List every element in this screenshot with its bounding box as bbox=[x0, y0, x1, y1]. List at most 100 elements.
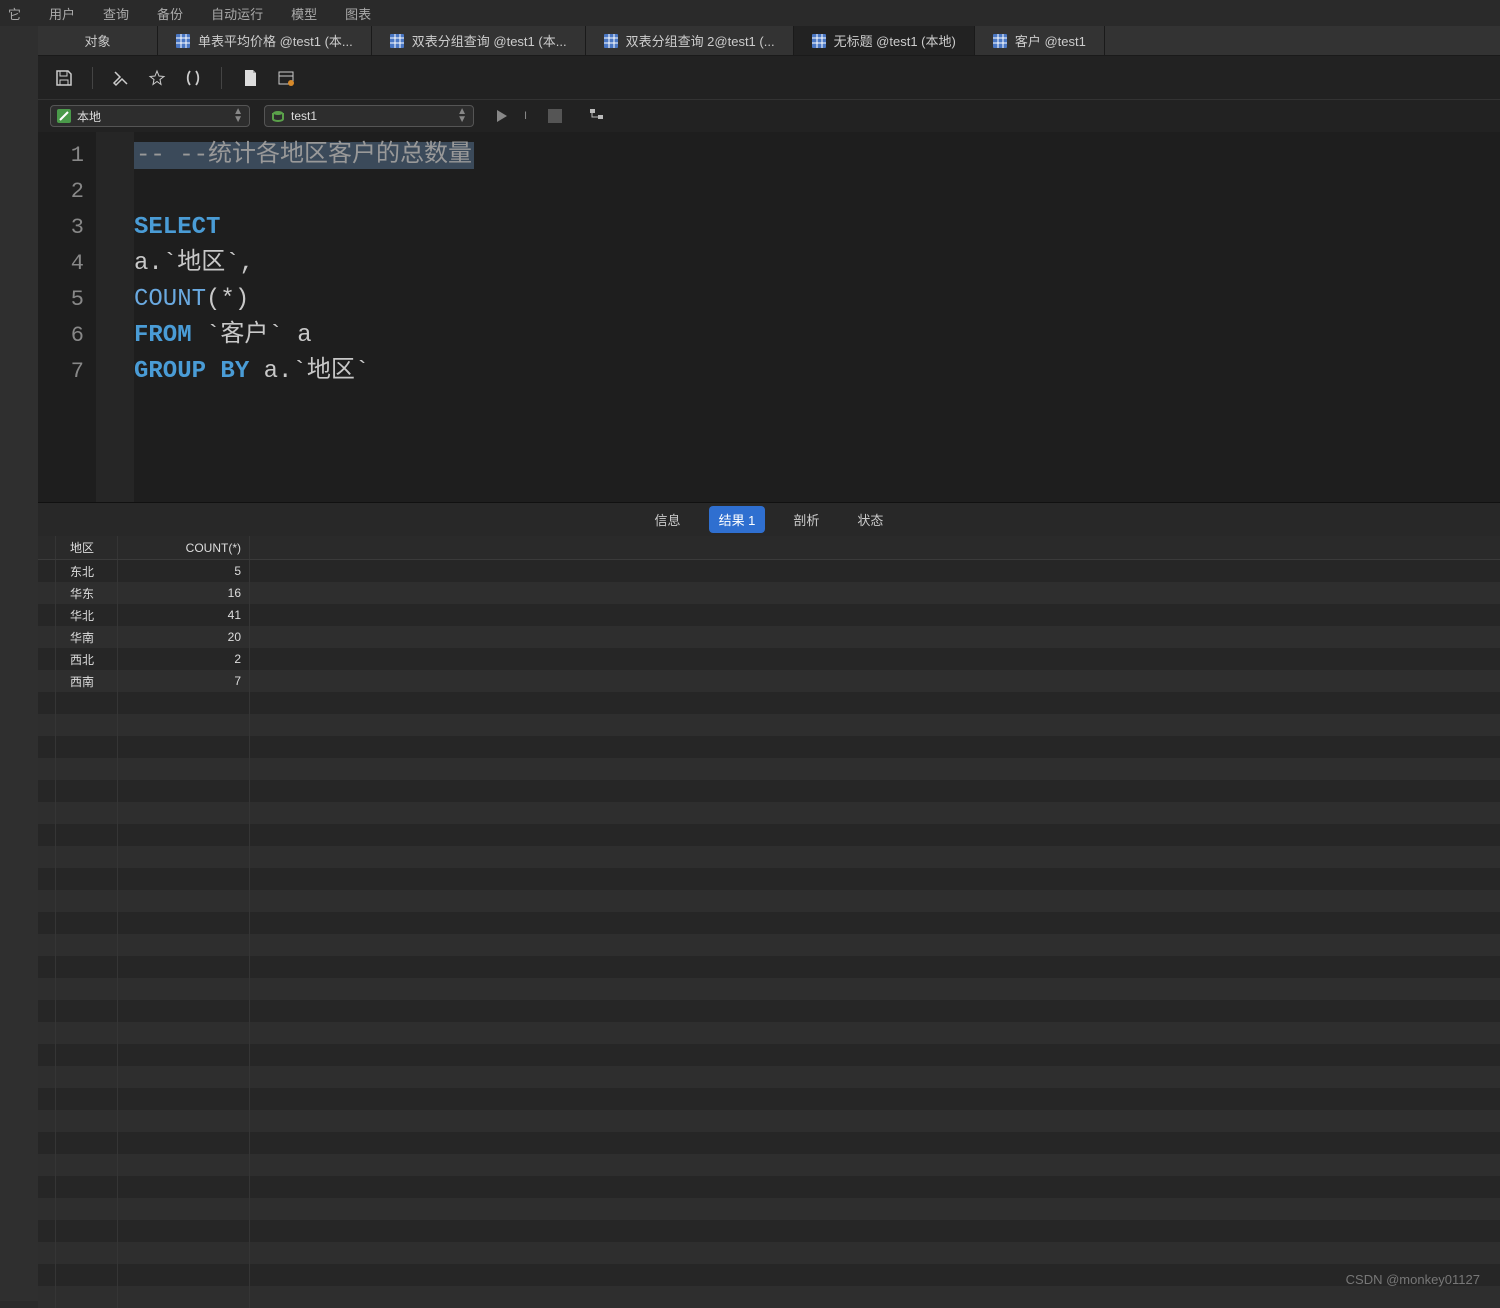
col-header-region[interactable]: 地区 bbox=[56, 536, 118, 559]
tab-label: 单表平均价格 @test1 (本... bbox=[198, 31, 353, 50]
table-icon bbox=[993, 34, 1007, 48]
table-icon bbox=[812, 34, 826, 48]
db-label: test1 bbox=[291, 109, 317, 123]
menu-item[interactable]: 自动运行 bbox=[211, 4, 263, 23]
cell-region: 西北 bbox=[56, 648, 118, 670]
table-row-empty: .. bbox=[38, 736, 1500, 758]
col-header-count[interactable]: COUNT(*) bbox=[118, 536, 250, 559]
tab[interactable]: 双表分组查询 2@test1 (... bbox=[586, 26, 794, 55]
new-doc-icon[interactable] bbox=[236, 64, 264, 92]
table-row-empty: .. bbox=[38, 956, 1500, 978]
explain-icon[interactable] bbox=[583, 102, 611, 130]
table-row-empty: .. bbox=[38, 1286, 1500, 1308]
result-tab[interactable]: 结果 1 bbox=[709, 506, 766, 533]
tab-label: 对象 bbox=[84, 31, 110, 50]
cell-region: 华北 bbox=[56, 604, 118, 626]
table-row-empty: .. bbox=[38, 1088, 1500, 1110]
tab[interactable]: 客户 @test1 bbox=[975, 26, 1105, 55]
table-row-empty: .. bbox=[38, 1264, 1500, 1286]
table-icon bbox=[390, 34, 404, 48]
host-label: 本地 bbox=[77, 108, 101, 125]
table-row-empty: .. bbox=[38, 824, 1500, 846]
table-row[interactable]: 华北41 bbox=[38, 604, 1500, 626]
cell-count: 7 bbox=[118, 670, 250, 692]
comment-line: -- --统计各地区客户的总数量 bbox=[134, 142, 474, 169]
table-row-empty: .. bbox=[38, 780, 1500, 802]
table-row-empty: .. bbox=[38, 912, 1500, 934]
table-row-empty: .. bbox=[38, 1198, 1500, 1220]
tool-hammer-icon[interactable] bbox=[107, 64, 135, 92]
db-combo[interactable]: test1 ▲▼ bbox=[264, 105, 474, 127]
table-row-empty: .. bbox=[38, 846, 1500, 868]
cell-region: 华南 bbox=[56, 626, 118, 648]
stop-button[interactable] bbox=[541, 102, 569, 130]
cell-count: 20 bbox=[118, 626, 250, 648]
table-row[interactable]: 华东16 bbox=[38, 582, 1500, 604]
toolbar-separator bbox=[221, 67, 222, 89]
table-row-empty: .. bbox=[38, 714, 1500, 736]
table-row-empty: .. bbox=[38, 1022, 1500, 1044]
tab-label: 双表分组查询 2@test1 (... bbox=[626, 31, 775, 50]
database-icon bbox=[271, 109, 285, 123]
menu-item[interactable]: 图表 bbox=[345, 4, 371, 23]
table-row[interactable]: 东北5 bbox=[38, 560, 1500, 582]
run-button[interactable] bbox=[488, 102, 516, 130]
result-grid[interactable]: 地区 COUNT(*) 东北5华东16华北41华南20西北2西南7.......… bbox=[38, 536, 1500, 1308]
line-gutter: 1234567 bbox=[38, 132, 96, 502]
table-row-empty: .. bbox=[38, 934, 1500, 956]
tabbar: 对象 单表平均价格 @test1 (本... 双表分组查询 @test1 (本...… bbox=[38, 26, 1500, 56]
table-row-empty: .. bbox=[38, 978, 1500, 1000]
gutter-edge bbox=[96, 132, 134, 502]
cursor-run-icon: I bbox=[524, 110, 527, 122]
table-row-empty: .. bbox=[38, 868, 1500, 890]
menu-item[interactable]: 查询 bbox=[103, 4, 129, 23]
table-row-empty: .. bbox=[38, 758, 1500, 780]
format-icon[interactable] bbox=[143, 64, 171, 92]
table-row-empty: .. bbox=[38, 802, 1500, 824]
table-row-empty: .. bbox=[38, 1176, 1500, 1198]
menu-item[interactable]: 它 bbox=[8, 4, 21, 23]
table-row-empty: .. bbox=[38, 1154, 1500, 1176]
cell-count: 16 bbox=[118, 582, 250, 604]
parentheses-icon[interactable] bbox=[179, 64, 207, 92]
grid-body: 东北5华东16华北41华南20西北2西南7...................… bbox=[38, 560, 1500, 1308]
grid-header: 地区 COUNT(*) bbox=[38, 536, 1500, 560]
host-icon bbox=[57, 109, 71, 123]
tab-label: 客户 @test1 bbox=[1015, 31, 1086, 50]
export-icon[interactable] bbox=[272, 64, 300, 92]
combo-arrows-icon: ▲▼ bbox=[233, 108, 243, 124]
result-tab[interactable]: 状态 bbox=[847, 506, 893, 533]
table-row[interactable]: 西北2 bbox=[38, 648, 1500, 670]
toolbar bbox=[38, 56, 1500, 100]
table-row-empty: .. bbox=[38, 1066, 1500, 1088]
menu-item[interactable]: 模型 bbox=[291, 4, 317, 23]
menu-item[interactable]: 用户 bbox=[49, 4, 75, 23]
tab[interactable]: 对象 bbox=[38, 26, 158, 55]
menubar: 它 用户 查询 备份 自动运行 模型 图表 bbox=[0, 0, 1500, 26]
table-row[interactable]: 西南7 bbox=[38, 670, 1500, 692]
code-area[interactable]: -- --统计各地区客户的总数量 SELECTa.`地区`,COUNT(*)FR… bbox=[134, 132, 1500, 502]
table-row[interactable]: 华南20 bbox=[38, 626, 1500, 648]
table-row-empty: .. bbox=[38, 890, 1500, 912]
save-button[interactable] bbox=[50, 64, 78, 92]
result-tab[interactable]: 剖析 bbox=[783, 506, 829, 533]
cell-count: 5 bbox=[118, 560, 250, 582]
result-tabs: 信息结果 1 剖析状态 bbox=[38, 502, 1500, 536]
cell-region: 东北 bbox=[56, 560, 118, 582]
sql-editor[interactable]: 1234567 -- --统计各地区客户的总数量 SELECTa.`地区`,CO… bbox=[38, 132, 1500, 502]
left-sidebar bbox=[0, 26, 38, 1301]
tab[interactable]: 单表平均价格 @test1 (本... bbox=[158, 26, 372, 55]
cell-count: 2 bbox=[118, 648, 250, 670]
tab[interactable]: 无标题 @test1 (本地) bbox=[794, 26, 975, 55]
cell-region: 华东 bbox=[56, 582, 118, 604]
menu-item[interactable]: 备份 bbox=[157, 4, 183, 23]
tab[interactable]: 双表分组查询 @test1 (本... bbox=[372, 26, 586, 55]
host-combo[interactable]: 本地 ▲▼ bbox=[50, 105, 250, 127]
combo-arrows-icon: ▲▼ bbox=[457, 108, 467, 124]
cell-count: 41 bbox=[118, 604, 250, 626]
result-tab[interactable]: 信息 bbox=[645, 506, 691, 533]
table-row-empty: .. bbox=[38, 692, 1500, 714]
table-row-empty: .. bbox=[38, 1132, 1500, 1154]
table-row-empty: .. bbox=[38, 1110, 1500, 1132]
table-icon bbox=[176, 34, 190, 48]
